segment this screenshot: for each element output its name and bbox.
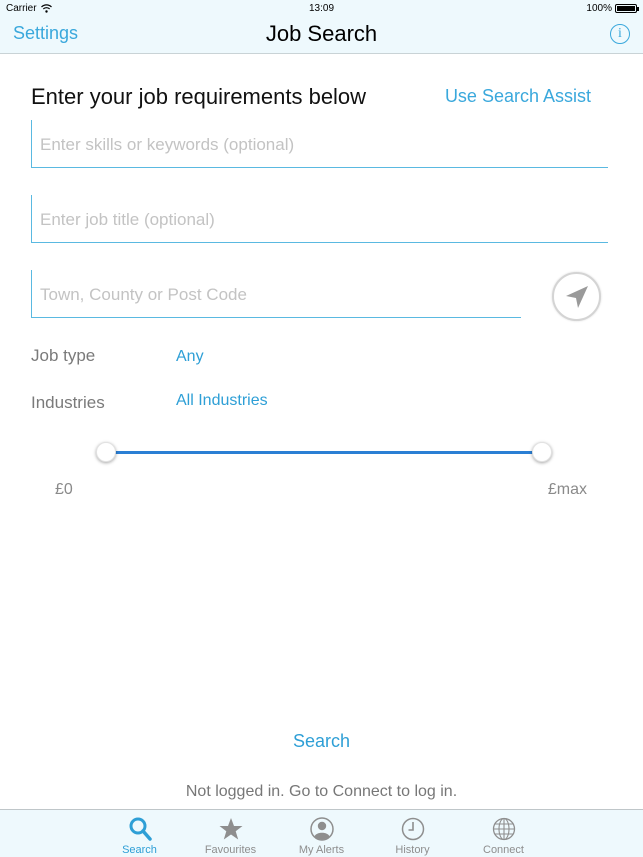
search-button[interactable]: Search (293, 731, 350, 751)
tab-history[interactable]: History (367, 810, 458, 857)
job-title-input[interactable] (32, 195, 608, 242)
job-title-field (31, 195, 608, 243)
tab-label: History (395, 844, 430, 856)
tab-label: Search (122, 844, 157, 856)
battery-percent: 100% (586, 3, 612, 14)
form-heading: Enter your job requirements below (31, 84, 367, 109)
job-type-selector[interactable]: Any (176, 348, 204, 366)
tab-my-alerts[interactable]: My Alerts (276, 810, 367, 857)
location-input[interactable] (32, 270, 521, 317)
salary-min-thumb[interactable] (96, 442, 116, 462)
tab-bar: Search Favourites My Alerts History Conn… (0, 809, 643, 857)
location-field (31, 270, 521, 318)
salary-max-thumb[interactable] (532, 442, 552, 462)
tab-connect[interactable]: Connect (458, 810, 549, 857)
salary-min-label: £0 (55, 481, 73, 498)
keywords-field (31, 120, 608, 168)
tab-label: Favourites (204, 844, 257, 856)
salary-max-label: £max (547, 481, 587, 498)
globe-icon (492, 817, 515, 841)
status-bar: Carrier 13:09 100% (0, 0, 643, 18)
job-type-label: Job type (31, 346, 96, 365)
use-current-location-button[interactable] (552, 272, 601, 321)
tab-favourites[interactable]: Favourites (185, 810, 276, 857)
top-bar: Carrier 13:09 100% Settings Job Search i (0, 0, 643, 54)
clock-icon (401, 817, 424, 841)
status-time: 13:09 (308, 3, 335, 14)
page-title: Job Search (265, 21, 378, 46)
info-icon[interactable]: i (610, 24, 630, 44)
search-icon (129, 817, 152, 841)
tab-label: Connect (483, 844, 524, 856)
search-button-row: Search (0, 731, 643, 752)
login-status-text: Not logged in. Go to Connect to log in. (185, 783, 458, 800)
battery-icon (615, 4, 639, 13)
navigation-bar: Settings Job Search i (0, 18, 643, 54)
tab-label: My Alerts (298, 844, 345, 856)
user-alert-icon (309, 817, 334, 841)
settings-button[interactable]: Settings (13, 23, 78, 44)
tab-search[interactable]: Search (94, 810, 185, 857)
salary-slider-track (106, 451, 542, 454)
location-arrow-icon (565, 285, 588, 308)
industries-selector[interactable]: All Industries (176, 392, 268, 410)
search-assist-link[interactable]: Use Search Assist (445, 86, 591, 107)
industries-label: Industries (31, 393, 105, 412)
salary-range-slider[interactable] (96, 442, 552, 464)
star-icon (219, 818, 242, 840)
keywords-input[interactable] (32, 120, 608, 167)
battery-indicator: 100% (586, 3, 639, 14)
